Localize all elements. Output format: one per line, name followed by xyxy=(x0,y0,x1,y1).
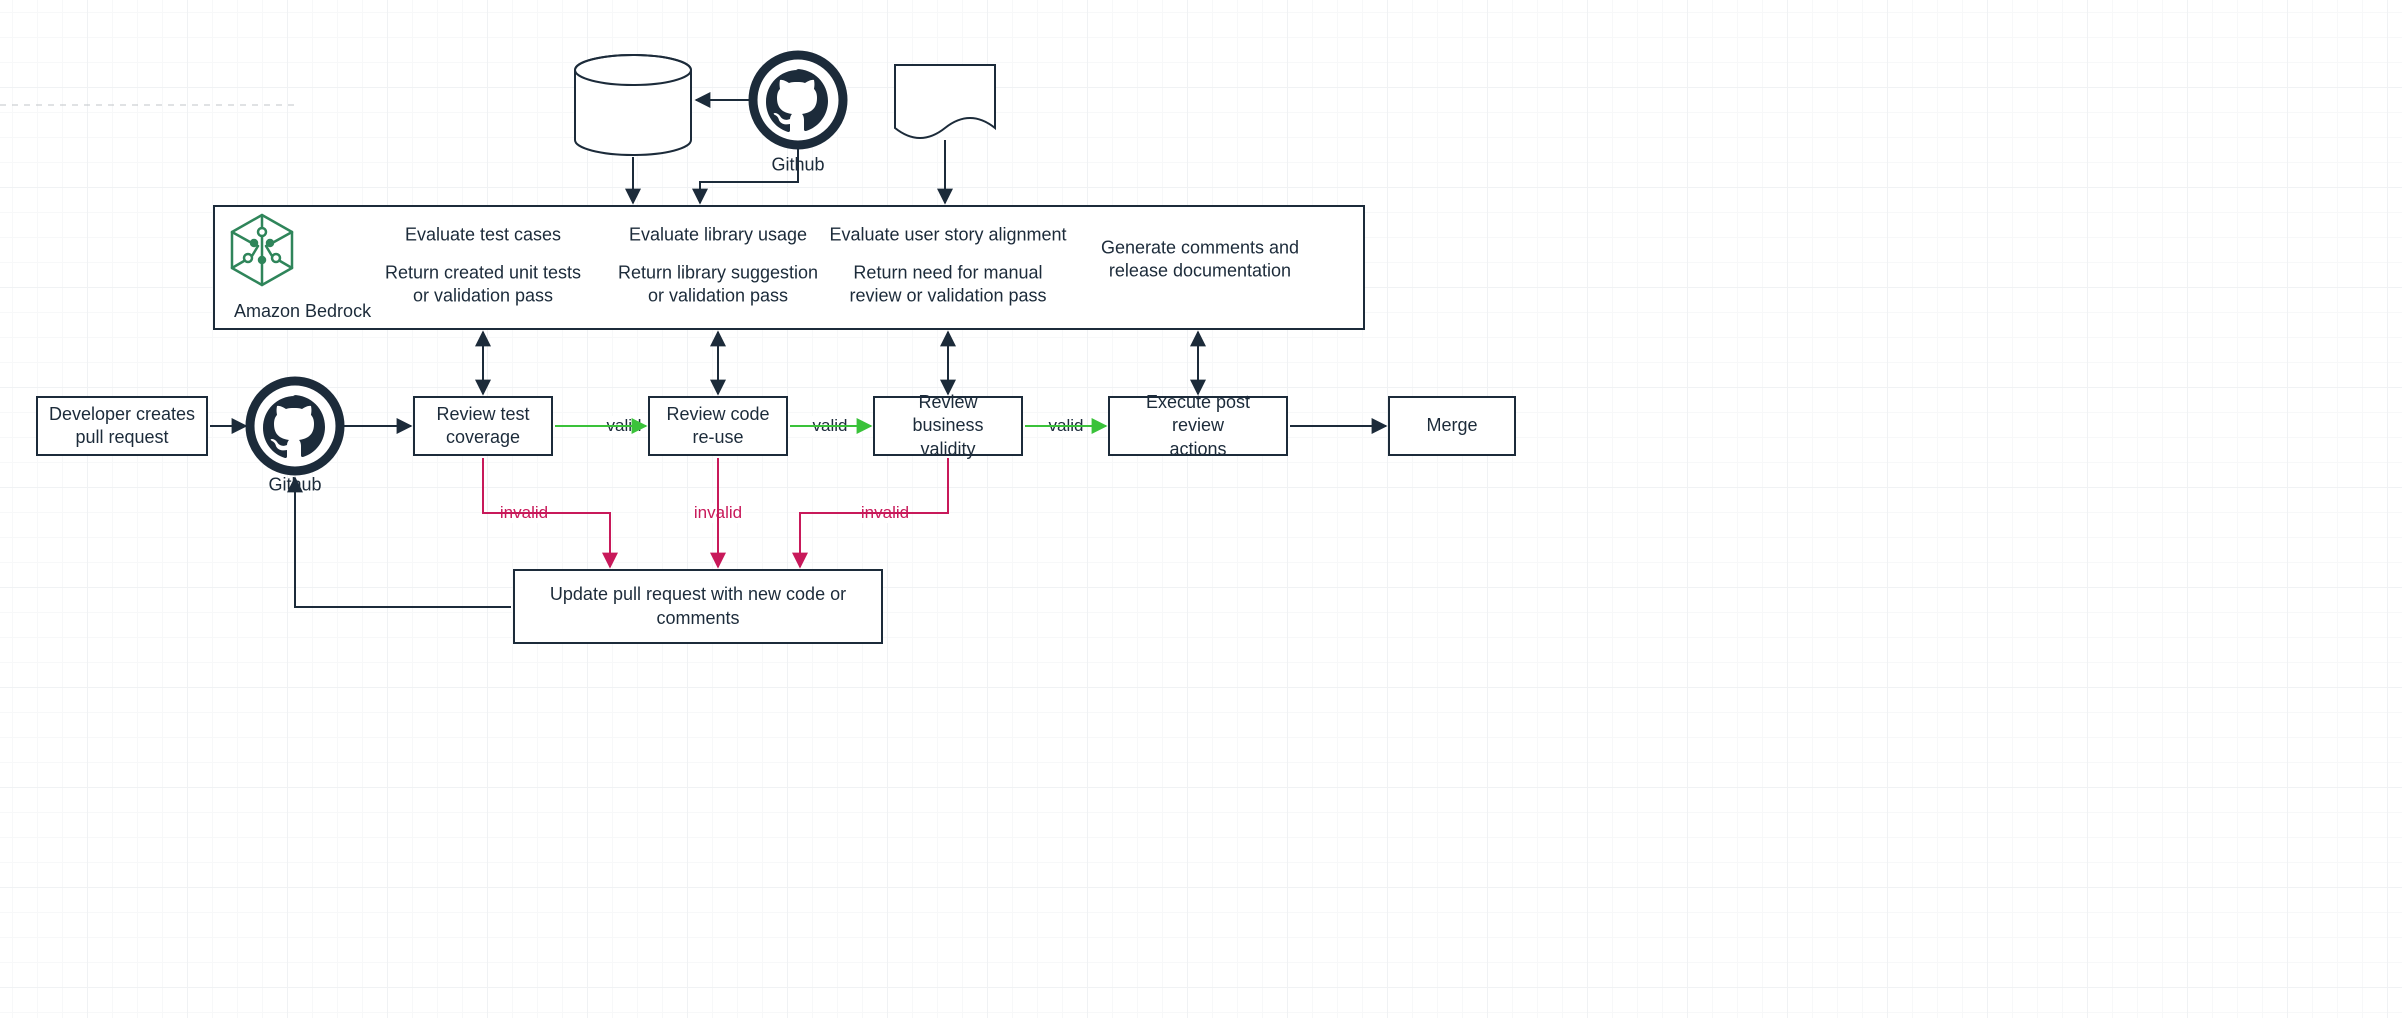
merge-text: Merge xyxy=(1426,414,1477,437)
review-code-box: Review codere-use xyxy=(648,396,788,456)
dev-creates-box: Developer createspull request xyxy=(36,396,208,456)
merge-box: Merge xyxy=(1388,396,1516,456)
vector-store-label: Vector storefor internallibraries xyxy=(585,73,681,143)
post-review-text: Execute post reviewactions xyxy=(1118,391,1278,461)
bedrock-label: Amazon Bedrock xyxy=(234,300,371,323)
github-flow-label: Github xyxy=(268,473,321,496)
valid-3: valid xyxy=(1046,416,1087,436)
post-review-box: Execute post reviewactions xyxy=(1108,396,1288,456)
update-pr-box: Update pull request with new code or com… xyxy=(513,569,883,644)
invalid-3: invalid xyxy=(858,503,912,523)
bedrock-col4-title: Generate comments andrelease documentati… xyxy=(1101,237,1299,284)
user-story-label: User story xyxy=(904,83,986,106)
invalid-2: invalid xyxy=(691,503,745,523)
update-pr-text: Update pull request with new code or com… xyxy=(523,583,873,630)
bedrock-col1-title: Evaluate test cases xyxy=(405,223,561,246)
bedrock-col3-title: Evaluate user story alignment xyxy=(829,223,1066,246)
review-biz-box: Review businessvalidity xyxy=(873,396,1023,456)
bedrock-col3-sub: Return need for manualreview or validati… xyxy=(849,262,1046,309)
valid-2: valid xyxy=(810,416,851,436)
bedrock-col2-sub: Return library suggestionor validation p… xyxy=(618,262,818,309)
review-biz-text: Review businessvalidity xyxy=(883,391,1013,461)
valid-1: valid xyxy=(604,416,645,436)
dev-creates-text: Developer createspull request xyxy=(49,403,195,450)
review-test-box: Review testcoverage xyxy=(413,396,553,456)
invalid-1: invalid xyxy=(497,503,551,523)
bedrock-col1-sub: Return created unit testsor validation p… xyxy=(385,262,581,309)
review-code-text: Review codere-use xyxy=(666,403,769,450)
bedrock-col2-title: Evaluate library usage xyxy=(629,223,807,246)
review-test-text: Review testcoverage xyxy=(436,403,529,450)
github-top-label: Github xyxy=(771,153,824,176)
